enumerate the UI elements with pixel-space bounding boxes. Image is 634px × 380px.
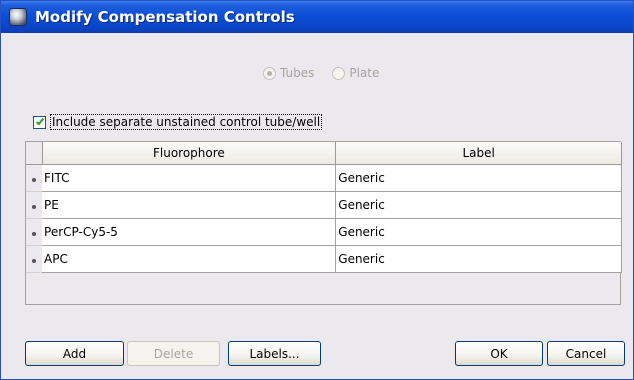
delete-button[interactable]: Delete: [127, 341, 220, 366]
dialog-window: Modify Compensation Controls Tubes Plate…: [0, 0, 634, 380]
window-title: Modify Compensation Controls: [35, 8, 295, 26]
row-header[interactable]: [26, 245, 43, 273]
title-bar[interactable]: Modify Compensation Controls: [1, 1, 633, 33]
fluorophore-cell[interactable]: APC: [42, 245, 337, 273]
fluorophore-grid: Fluorophore Label FITC Generic PE Generi…: [26, 142, 622, 273]
labels-button[interactable]: Labels...: [228, 341, 321, 366]
mode-radio-group: Tubes Plate: [263, 66, 397, 80]
table-row[interactable]: PE Generic: [26, 191, 622, 219]
row-header[interactable]: [26, 164, 43, 192]
checkmark-icon: [35, 116, 44, 126]
label-cell[interactable]: Generic: [335, 245, 622, 273]
fluorophore-cell[interactable]: PerCP-Cy5-5: [42, 218, 337, 246]
label-cell[interactable]: Generic: [335, 164, 622, 192]
ok-button[interactable]: OK: [455, 341, 543, 366]
tubes-radio[interactable]: [263, 66, 276, 80]
unstained-control-checkbox[interactable]: [33, 115, 46, 129]
table-row[interactable]: FITC Generic: [26, 164, 622, 192]
radio-selected-dot: [267, 70, 272, 76]
table-row[interactable]: PerCP-Cy5-5 Generic: [26, 218, 622, 246]
table-row[interactable]: APC Generic: [26, 245, 622, 273]
row-header[interactable]: [26, 191, 43, 219]
label-cell[interactable]: Generic: [335, 191, 622, 219]
fluorophore-cell[interactable]: PE: [42, 191, 337, 219]
label-cell[interactable]: Generic: [335, 218, 622, 246]
fluorophore-cell[interactable]: FITC: [42, 164, 337, 192]
fluorophore-table: Fluorophore Label FITC Generic PE Generi…: [25, 141, 622, 305]
plate-radio[interactable]: [332, 66, 346, 80]
column-header-fluorophore[interactable]: Fluorophore: [42, 142, 337, 165]
tubes-radio-label: Tubes: [280, 66, 315, 80]
add-button[interactable]: Add: [25, 341, 124, 366]
cancel-button[interactable]: Cancel: [547, 341, 625, 366]
table-header-row: Fluorophore Label: [26, 142, 622, 165]
plate-radio-label: Plate: [349, 66, 380, 80]
unstained-control-label[interactable]: Include separate unstained control tube/…: [50, 114, 323, 130]
row-marker-icon: [32, 204, 37, 209]
dialog-body: Tubes Plate Include separate unstained c…: [5, 34, 629, 377]
row-marker-icon: [32, 258, 37, 263]
row-marker-icon: [32, 177, 37, 182]
unstained-control-option[interactable]: Include separate unstained control tube/…: [33, 114, 323, 130]
table-corner: [26, 142, 43, 165]
column-header-label[interactable]: Label: [335, 142, 622, 165]
row-marker-icon: [32, 231, 37, 236]
app-orb-icon: [9, 8, 27, 26]
row-header[interactable]: [26, 218, 43, 246]
